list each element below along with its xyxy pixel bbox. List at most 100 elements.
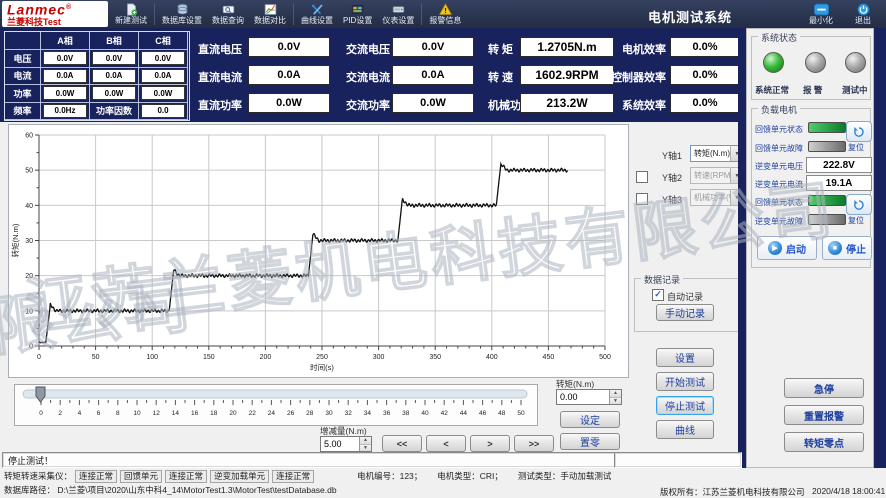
toolbar-separator: [421, 3, 422, 25]
torque-set-spinner[interactable]: 0.00 ▲▼: [556, 389, 622, 405]
svg-text:250: 250: [316, 354, 328, 361]
ac-voltage-value: 0.0V: [392, 37, 474, 57]
delta-spinner[interactable]: 5.00 ▲▼: [320, 436, 372, 452]
feedback-status2-label: 回馈单元状态: [755, 197, 803, 208]
step-forward-button[interactable]: >: [470, 435, 510, 452]
toolbar-button-new-test[interactable]: 新建测试: [110, 0, 152, 28]
spin-up-icon[interactable]: ▲: [610, 390, 621, 398]
set-button[interactable]: 设定: [560, 411, 620, 428]
toolbar-label: 曲线设置: [301, 16, 333, 25]
svg-text:4: 4: [78, 410, 82, 417]
settings-button[interactable]: 设置: [656, 348, 714, 367]
svg-text:42: 42: [441, 410, 449, 417]
spin-down-icon[interactable]: ▼: [610, 398, 621, 405]
toolbar-label: 仪表设置: [382, 16, 414, 25]
svg-text:20: 20: [229, 410, 237, 417]
svg-text:60: 60: [25, 133, 33, 140]
copyright: 版权所有：江苏兰菱机电科技有限公司: [660, 486, 805, 498]
logo-subtitle: 兰菱科技Test: [7, 17, 108, 27]
inverter-fault-label: 逆变单元故障: [755, 216, 803, 227]
auto-record-label: 自动记录: [667, 290, 703, 303]
y-axis1-value: 转矩(N.m): [691, 148, 730, 159]
db-path-value: D:\兰菱\项目\2020\山东中科4_14\MotorTest1.3\Moto…: [57, 485, 336, 495]
datetime: 2020/4/18 18:00:41: [812, 486, 885, 496]
stop-test-button[interactable]: 停止测试: [656, 396, 714, 415]
step-forward-fast-button[interactable]: >>: [514, 435, 554, 452]
step-back-button[interactable]: <: [426, 435, 466, 452]
phase-a-current: 0.0A: [43, 69, 87, 83]
phase-table: A相 B相 C相 电压 0.0V 0.0V 0.0V 电流 0.0A 0.0A …: [4, 31, 190, 121]
ac-current-value: 0.0A: [392, 65, 474, 85]
svg-text:350: 350: [429, 354, 441, 361]
toolbar-separator: [293, 3, 294, 25]
alarm-label: 报 警: [803, 84, 822, 96]
torque-label: 转 矩: [488, 41, 513, 57]
reset-alarm-button[interactable]: 重置报警: [784, 405, 864, 425]
reset-button-2[interactable]: [846, 194, 872, 215]
svg-text:150: 150: [203, 354, 215, 361]
exit-button[interactable]: 退出: [846, 1, 880, 27]
y-axis1-dropdown[interactable]: 转矩(N.m)▼: [690, 145, 744, 162]
controller-eff-value: 0.0%: [670, 65, 740, 85]
phase-b-header: B相: [90, 32, 139, 50]
data-record-title: 数据记录: [641, 273, 683, 286]
slider-thumb[interactable]: [34, 386, 48, 409]
toolbar-button-data-compare[interactable]: 数据对比: [249, 0, 291, 28]
motor-number: 电机编号：123；: [357, 470, 422, 482]
y-axis2-checkbox[interactable]: [636, 171, 648, 183]
exit-label: 退出: [855, 16, 871, 25]
auto-record-checkbox[interactable]: ✓: [652, 289, 664, 301]
lanmec-logo: Lanmec® 兰菱科技Test: [2, 1, 108, 27]
feedback-status-label: 回馈单元状态: [755, 124, 803, 135]
torque-time-chart: 0102030405060050100150200250300350400450…: [8, 124, 629, 378]
spinner-arrows[interactable]: ▲▼: [359, 437, 371, 451]
y-axis3-checkbox[interactable]: [636, 193, 648, 205]
row-label-power: 功率: [5, 85, 41, 103]
alarm-info-icon: [439, 3, 452, 16]
collector-label: 转矩转速采集仪：: [4, 470, 72, 482]
feedback-unit-badge: 回馈单元: [120, 470, 162, 483]
minimize-button[interactable]: 最小化: [800, 1, 842, 27]
stop-icon: ■: [828, 241, 842, 255]
emergency-stop-button[interactable]: 急停: [784, 378, 864, 398]
reset-label-2: 复位: [848, 215, 864, 226]
feedback-status2-indicator: [808, 195, 846, 206]
torque-zero-button[interactable]: 转矩零点: [784, 432, 864, 452]
toolbar-button-curve-settings[interactable]: 曲线设置: [296, 0, 338, 28]
y-axis3-value: 机械功率(W): [691, 192, 730, 203]
stop-button[interactable]: ■停止: [822, 236, 872, 260]
toolbar-button-database-settings[interactable]: 数据库设置: [157, 0, 207, 28]
app-title: 电机测试系统: [630, 7, 750, 26]
start-button[interactable]: ▶启动: [757, 236, 817, 260]
svg-text:40: 40: [25, 203, 33, 210]
toolbar-label: 数据对比: [254, 16, 286, 25]
start-label: 启动: [786, 241, 806, 256]
y-axis2-value: 转速(RPM): [691, 170, 730, 181]
step-back-fast-button[interactable]: <<: [382, 435, 422, 452]
toolbar-button-pid-settings[interactable]: PID设置: [338, 0, 377, 28]
data-compare-icon: [264, 3, 277, 16]
svg-text:0: 0: [29, 344, 33, 351]
phase-b-power: 0.0W: [92, 86, 136, 100]
feedback-status-indicator: [808, 122, 846, 133]
phase-c-header: C相: [139, 32, 188, 50]
database-settings-icon: [176, 3, 189, 16]
toolbar-button-data-query[interactable]: 数据查询: [207, 0, 249, 28]
dc-current-label: 直流电流: [198, 69, 242, 85]
spin-down-icon[interactable]: ▼: [360, 445, 371, 452]
curve-button[interactable]: 曲线: [656, 420, 714, 439]
motor-eff-value: 0.0%: [670, 37, 740, 57]
svg-text:100: 100: [146, 354, 158, 361]
manual-record-button[interactable]: 手动记录: [656, 304, 714, 321]
svg-text:10: 10: [25, 308, 33, 315]
start-test-button[interactable]: 开始测试: [656, 372, 714, 391]
spinner-arrows[interactable]: ▲▼: [609, 390, 621, 404]
toolbar-button-meter-settings[interactable]: 仪表设置: [377, 0, 419, 28]
y-axis3-label: Y轴3: [662, 193, 682, 206]
toolbar-button-alarm-info[interactable]: 报警信息: [424, 0, 466, 28]
svg-text:30: 30: [325, 410, 333, 417]
spin-up-icon[interactable]: ▲: [360, 437, 371, 445]
ac-current-label: 交流电流: [346, 69, 390, 85]
reset-button-1[interactable]: [846, 121, 872, 142]
zero-button[interactable]: 置零: [560, 433, 620, 450]
